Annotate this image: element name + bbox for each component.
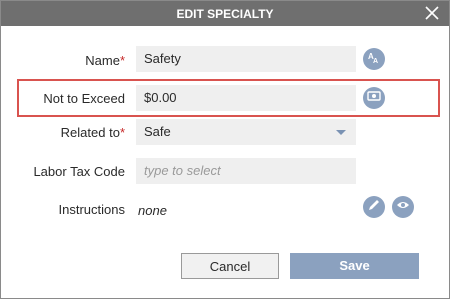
close-icon[interactable] bbox=[423, 4, 441, 22]
chevron-down-icon[interactable] bbox=[336, 130, 346, 135]
required-mark: * bbox=[119, 125, 125, 140]
name-field[interactable]: Safety bbox=[136, 46, 356, 72]
labor-tax-code-input[interactable]: type to select bbox=[136, 158, 356, 184]
eye-icon bbox=[396, 198, 410, 217]
edit-instructions-button[interactable] bbox=[363, 196, 385, 218]
instructions-value: none bbox=[138, 203, 167, 218]
edit-specialty-dialog: EDIT SPECIALTY Name* Safety AA Not to Ex… bbox=[0, 0, 450, 299]
dialog-titlebar: EDIT SPECIALTY bbox=[1, 1, 449, 26]
not-to-exceed-field[interactable]: $0.00 bbox=[136, 85, 356, 111]
cancel-button[interactable]: Cancel bbox=[181, 253, 279, 279]
svg-text:A: A bbox=[373, 58, 378, 64]
currency-button[interactable] bbox=[363, 87, 385, 109]
name-label: Name* bbox=[85, 53, 125, 68]
dialog-title: EDIT SPECIALTY bbox=[176, 7, 274, 21]
view-instructions-button[interactable] bbox=[392, 196, 414, 218]
required-mark: * bbox=[119, 53, 125, 68]
not-to-exceed-label: Not to Exceed bbox=[43, 91, 125, 106]
translate-button[interactable]: AA bbox=[363, 48, 385, 70]
related-to-select[interactable]: Safe bbox=[136, 119, 356, 145]
save-button[interactable]: Save bbox=[290, 253, 419, 279]
currency-icon bbox=[367, 89, 381, 108]
related-to-label: Related to* bbox=[60, 125, 125, 140]
translate-icon: AA bbox=[367, 50, 381, 69]
pencil-icon bbox=[367, 198, 381, 217]
instructions-label: Instructions bbox=[58, 202, 125, 217]
labor-tax-code-label: Labor Tax Code bbox=[33, 164, 125, 179]
related-to-value: Safe bbox=[144, 124, 171, 139]
